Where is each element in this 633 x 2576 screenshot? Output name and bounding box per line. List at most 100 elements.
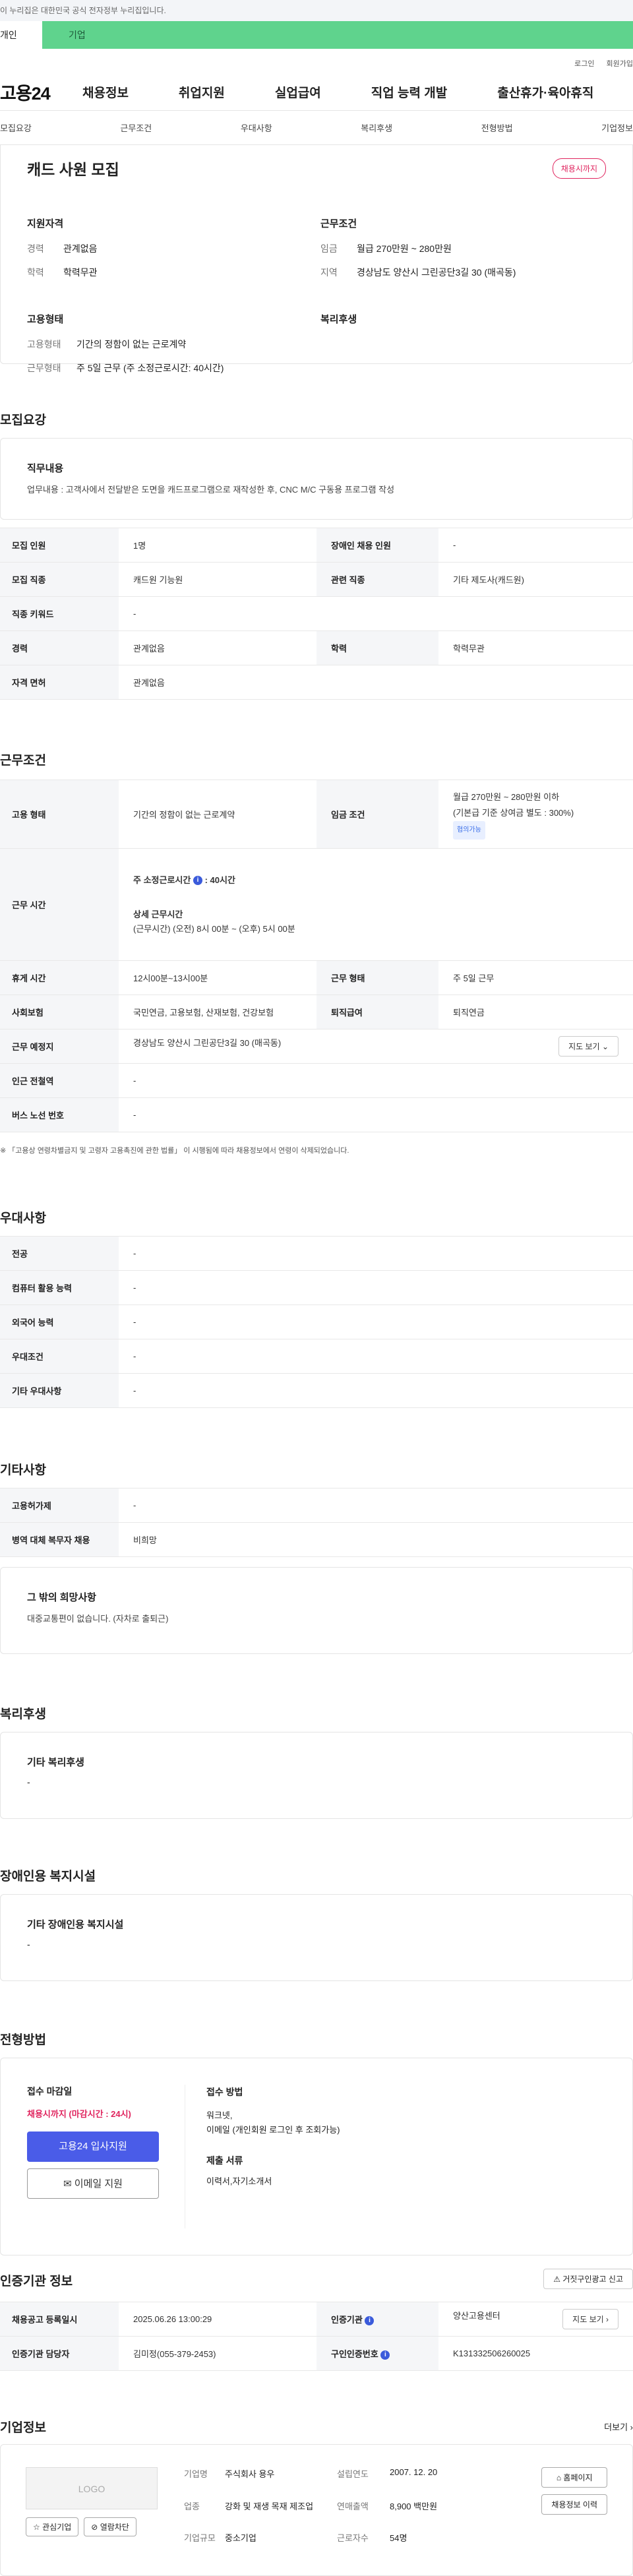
info-icon[interactable]: i [365, 2315, 375, 2325]
table-row: 근무 예정지 경상남도 양산시 그린공단3길 30 (매곡동) 지도 보기 ⌄ [0, 1029, 633, 1064]
cell-value: 1명 [119, 528, 316, 563]
sum-label: 근무형태 [27, 363, 61, 373]
sum-label: 경력 [27, 243, 44, 254]
table-row: 근무 시간 주 소정근로시간 i : 40시간 상세 근무시간 (근무시간) (… [0, 848, 633, 961]
gnb-unemployment[interactable]: 실업급여 [275, 83, 321, 101]
welfare-value: - [27, 1777, 30, 1787]
wage-value: 월급 270만원 ~ 280만원 이하 [453, 791, 560, 802]
subnav-apply[interactable]: 전형방법 [481, 121, 513, 134]
star-icon: ☆ [33, 2523, 40, 2532]
cell-label: 학력 [316, 630, 438, 665]
sum-label: 고용형태 [27, 339, 61, 350]
wage-cell: 월급 270만원 ~ 280만원 이하 (기본급 기준 상여금 별도 : 300… [438, 780, 633, 849]
disabled-value: - [27, 1939, 30, 1949]
login-link[interactable]: 로그인 [574, 58, 594, 74]
job-title: 캐드 사원 모집 [27, 161, 119, 178]
cell-label: 직종 키워드 [0, 596, 119, 631]
cell-label: 근무 형태 [316, 960, 438, 995]
cell-value: - [119, 1488, 633, 1523]
gnb-training[interactable]: 직업 능력 개발 [371, 83, 447, 101]
cell-label: 임금 조건 [316, 780, 438, 849]
info-icon[interactable]: i [193, 876, 202, 886]
cell-label: 컴퓨터 활용 능력 [0, 1270, 119, 1305]
block-button[interactable]: ⊘ 열람차단 [84, 2517, 136, 2536]
bonus-value: (기본급 기준 상여금 별도 : 300%) [453, 807, 574, 818]
sum-label: 학력 [27, 267, 44, 278]
table-row: 기타 우대사항 - [0, 1373, 633, 1408]
wish-heading: 그 밖의 희망사항 [27, 1592, 96, 1603]
email-apply-button[interactable]: ✉ 이메일 지원 [27, 2168, 159, 2199]
homepage-button[interactable]: ⌂ 홈페이지 [541, 2467, 607, 2488]
apply-button[interactable]: 고용24 입사지원 [27, 2131, 159, 2162]
site-logo[interactable]: 고용24 [0, 79, 82, 105]
cell-label: 퇴직급여 [316, 995, 438, 1029]
table-row: 사회보험 국민연금, 고용보험, 산재보험, 건강보험 퇴직급여 퇴직연금 [0, 995, 633, 1029]
sum-value: 학력무관 [63, 267, 98, 278]
method-line: 워크넷, [206, 2110, 233, 2120]
info-icon[interactable]: i [380, 2350, 390, 2360]
cell-label: 인증기관 i [316, 2302, 438, 2337]
table-row: 모집 직종 캐드원 기능원 관련 직종 기타 제도사(캐드원) [0, 562, 633, 597]
gov-notice: 이 누리집은 대한민국 공식 전자정부 누리집입니다. [0, 0, 633, 21]
table-row: 모집 인원 1명 장애인 채용 인원 - [0, 528, 633, 563]
subnav-work[interactable]: 근무조건 [120, 121, 152, 134]
subnav-pref[interactable]: 우대사항 [241, 121, 272, 134]
gnb-support[interactable]: 취업지원 [179, 83, 225, 101]
subnav-recruit[interactable]: 모집요강 [0, 121, 32, 134]
info-label: 기업명 [184, 2469, 208, 2479]
report-button[interactable]: ⚠ 거짓구인광고 신고 [543, 2269, 633, 2289]
table-row: 병역 대체 복무자 채용 비희망 [0, 1522, 633, 1557]
section-title-pref: 우대사항 [0, 1211, 46, 1225]
fav-company-button[interactable]: ☆ 관심기업 [26, 2517, 79, 2536]
signup-link[interactable]: 회원가입 [607, 58, 633, 74]
cell-value: 기간의 정함이 없는 근로계약 [119, 780, 316, 849]
map-button[interactable]: 지도 보기 ⌄ [558, 1036, 618, 1057]
section-title-recruit: 모집요강 [0, 414, 46, 427]
tab-business[interactable]: 기업 [42, 21, 633, 49]
pref-table: 전공 - 컴퓨터 활용 능력 - 외국어 능력 - 우대조건 - 기타 우대사항 - [0, 1236, 633, 1408]
info-value: 주식회사 용우 [225, 2469, 275, 2479]
place-cell: 경상남도 양산시 그린공단3길 30 (매곡동) 지도 보기 ⌄ [119, 1029, 633, 1064]
recruit-table: 모집 인원 1명 장애인 채용 인원 - 모집 직종 캐드원 기능원 관련 직종 기타 제도… [0, 528, 633, 700]
recruit-history-button[interactable]: 채용정보 이력 [541, 2494, 607, 2515]
disabled-heading: 기타 장애인용 복지시설 [27, 1919, 124, 1930]
sum-value: 관계없음 [63, 243, 98, 254]
cell-label: 장애인 채용 인원 [316, 528, 438, 563]
time-cell: 주 소정근로시간 i : 40시간 상세 근무시간 (근무시간) (오전) 8시… [119, 848, 633, 961]
company-more-link[interactable]: 더보기 › [604, 2420, 633, 2433]
cell-label: 휴게 시간 [0, 960, 119, 995]
agency-detail-button[interactable]: 지도 보기 › [562, 2309, 618, 2329]
sum-value: 주 5일 근무 (주 소정근로시간: 40시간) [76, 363, 224, 373]
block-icon: ⊘ [91, 2523, 98, 2532]
gnb-jobs[interactable]: 채용정보 [82, 83, 129, 101]
info-value: 54명 [390, 2533, 407, 2544]
deadline-heading: 접수 마감일 [27, 2086, 73, 2097]
method-line: 이메일 (개인회원 로그인 후 조회가능) [206, 2125, 340, 2135]
subnav-company[interactable]: 기업정보 [601, 121, 633, 134]
docs-heading: 제출 서류 [206, 2155, 243, 2166]
cell-value: 김미정(055-379-2453) [119, 2336, 316, 2371]
gnb-leave[interactable]: 출산휴가·육아휴직 [497, 83, 593, 101]
subnav-welfare[interactable]: 복리후생 [361, 121, 392, 134]
tab-person[interactable]: 개인 [0, 21, 42, 49]
deadline-badge: 채용시까지 [552, 158, 606, 179]
qual-heading: 지원자격 [27, 218, 64, 230]
cell-value: 비희망 [119, 1522, 633, 1557]
cell-label: 관련 직종 [316, 562, 438, 597]
cell-label: 인근 전철역 [0, 1063, 119, 1098]
info-value: 2007. 12. 20 [390, 2467, 438, 2477]
home-icon: ⌂ [556, 2473, 562, 2482]
cell-label: 고용 형태 [0, 780, 119, 849]
cell-label: 고용허가제 [0, 1488, 119, 1523]
cell-label: 채용공고 등록일시 [0, 2302, 119, 2337]
cell-value: 학력무관 [438, 630, 633, 665]
table-row: 직종 키워드 - [0, 596, 633, 631]
cell-value: - [119, 1373, 633, 1408]
table-row: 인근 전철역 - [0, 1063, 633, 1098]
table-row: 전공 - [0, 1236, 633, 1271]
cell-value: 관계없음 [119, 630, 316, 665]
cell-value: 관계없음 [119, 665, 633, 700]
section-title-disabled: 장애인용 복지시설 [0, 1870, 96, 1884]
cell-value: - [119, 1236, 633, 1271]
sum-label: 지역 [320, 267, 338, 278]
